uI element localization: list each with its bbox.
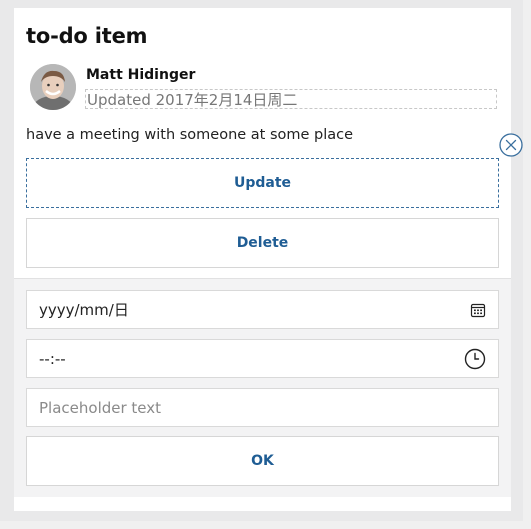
date-input-value: yyyy/mm/日 — [39, 301, 129, 319]
delete-button-label: Delete — [236, 235, 289, 251]
author-name: Matt Hidinger — [86, 67, 196, 83]
update-button[interactable]: Update — [26, 158, 499, 208]
time-input[interactable]: --:-- — [26, 339, 499, 378]
card-title: to-do item — [26, 24, 148, 48]
text-input-placeholder: Placeholder text — [39, 398, 162, 417]
date-input[interactable]: yyyy/mm/日 — [26, 290, 499, 329]
delete-button[interactable]: Delete — [26, 218, 499, 268]
ok-button[interactable]: OK — [26, 436, 499, 486]
close-circle-icon — [499, 133, 523, 157]
card-body-text: have a meeting with someone at some plac… — [26, 127, 354, 143]
avatar — [30, 64, 76, 110]
ok-button-label: OK — [251, 453, 274, 469]
calendar-icon — [470, 303, 486, 317]
avatar-image — [30, 64, 76, 110]
calendar-button[interactable] — [470, 302, 486, 318]
updated-timestamp: Updated 2017年2月14日周二 — [85, 89, 497, 109]
text-input[interactable]: Placeholder text — [26, 388, 499, 427]
card-footer — [14, 497, 511, 511]
close-button[interactable] — [499, 133, 523, 157]
clock-icon — [464, 348, 486, 369]
clock-button[interactable] — [464, 348, 486, 370]
update-button-label: Update — [233, 175, 292, 191]
time-input-value: --:-- — [39, 349, 66, 368]
